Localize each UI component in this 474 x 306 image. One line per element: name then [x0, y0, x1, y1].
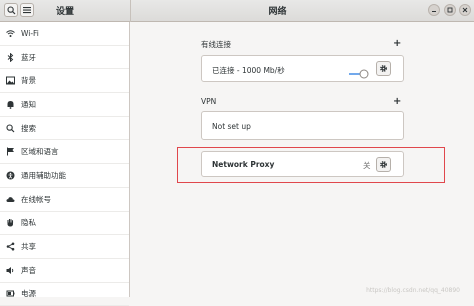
speaker-icon	[6, 266, 15, 275]
sidebar-item-label: 区域和语言	[21, 147, 59, 157]
bluetooth-icon	[6, 52, 15, 62]
sidebar-item-notifications[interactable]: 通知	[0, 93, 129, 117]
sidebar-item-sound[interactable]: 声音	[0, 259, 129, 283]
sidebar-item-sharing[interactable]: 共享	[0, 235, 129, 259]
wifi-icon	[6, 29, 15, 38]
search-button[interactable]	[4, 3, 18, 17]
sidebar-item-label: 蓝牙	[21, 52, 36, 62]
sidebar-item-label: 搜索	[21, 123, 36, 133]
search-icon	[6, 124, 15, 133]
sidebar-item-online-accounts[interactable]: 在线帐号	[0, 188, 129, 212]
search-icon	[6, 5, 15, 14]
background-icon	[6, 76, 15, 85]
wired-card: 已连接 - 1000 Mb/秒	[201, 55, 404, 82]
header-bar: 设置 网络	[0, 0, 474, 22]
bell-icon	[6, 100, 15, 109]
maximize-icon	[447, 7, 453, 13]
add-wired-button[interactable]: +	[393, 39, 401, 49]
sidebar-item-region-language[interactable]: 区域和语言	[0, 140, 129, 165]
sidebar-item-wifi[interactable]: Wi-Fi	[0, 22, 129, 46]
network-proxy-label: Network Proxy	[212, 160, 275, 169]
accessibility-icon	[6, 171, 15, 180]
sidebar-item-background[interactable]: 背景	[0, 69, 129, 94]
cloud-icon	[6, 195, 15, 204]
sidebar-item-label: Wi-Fi	[21, 28, 39, 38]
network-panel: 有线连接 + 已连接 - 1000 Mb/秒 VPN + Not set up …	[131, 22, 474, 297]
vpn-section-title: VPN	[201, 97, 217, 106]
sidebar-title: 设置	[56, 7, 75, 17]
gear-icon	[380, 161, 387, 168]
sidebar-item-label: 电源	[21, 289, 36, 299]
close-button[interactable]	[459, 4, 471, 16]
power-icon	[6, 289, 15, 298]
wired-toggle[interactable]	[348, 64, 370, 79]
sidebar-item-label: 声音	[21, 265, 36, 275]
network-proxy-card[interactable]: Network Proxy 关	[201, 151, 404, 177]
vpn-status: Not set up	[212, 122, 251, 131]
sidebar-item-privacy[interactable]: 隐私	[0, 212, 129, 236]
minimize-icon	[432, 11, 436, 12]
network-proxy-settings-button[interactable]	[376, 157, 391, 172]
sidebar-item-label: 隐私	[21, 218, 36, 228]
page-title: 网络	[268, 7, 287, 17]
sidebar-item-power[interactable]: 电源	[0, 283, 129, 306]
add-vpn-button[interactable]: +	[393, 97, 401, 107]
sidebar-item-label: 背景	[21, 76, 36, 86]
sidebar-item-label: 共享	[21, 242, 36, 252]
wired-status: 已连接 - 1000 Mb/秒	[212, 66, 285, 75]
hand-icon	[6, 218, 15, 227]
hamburger-menu-icon	[23, 7, 31, 14]
gear-icon	[380, 65, 387, 72]
sidebar-item-label: 在线帐号	[21, 194, 51, 204]
sidebar: Wi-Fi 蓝牙 背景 通知 搜索 区域和语言 通用辅助功能 在线帐号 隐私 共…	[0, 22, 130, 306]
sidebar-item-accessibility[interactable]: 通用辅助功能	[0, 164, 129, 188]
share-icon	[6, 242, 15, 251]
sidebar-item-label: 通知	[21, 99, 36, 109]
flag-icon	[6, 147, 15, 156]
sidebar-item-bluetooth[interactable]: 蓝牙	[0, 46, 129, 70]
menu-button[interactable]	[20, 3, 34, 17]
sidebar-item-search[interactable]: 搜索	[0, 117, 129, 141]
wired-section-title: 有线连接	[201, 40, 231, 49]
close-icon	[462, 7, 468, 13]
sidebar-item-label: 通用辅助功能	[21, 170, 66, 180]
vpn-card: Not set up	[201, 111, 404, 140]
minimize-button[interactable]	[428, 4, 440, 16]
network-proxy-state: 关	[363, 161, 371, 170]
wired-settings-button[interactable]	[376, 61, 391, 76]
maximize-button[interactable]	[444, 4, 456, 16]
watermark: https://blog.csdn.net/qq_40890	[366, 287, 460, 294]
